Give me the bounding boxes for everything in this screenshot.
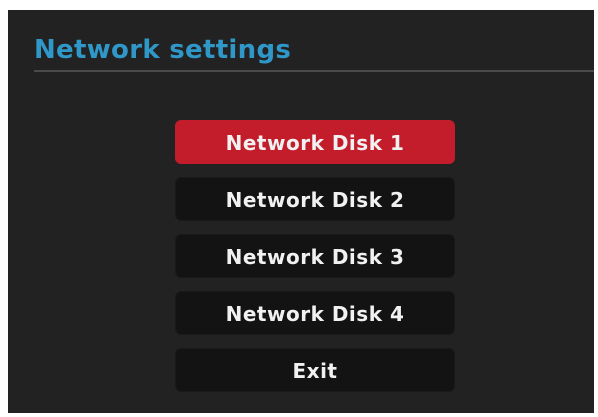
page-title: Network settings bbox=[34, 35, 292, 65]
network-settings-screen: Network settings Network Disk 1 Network … bbox=[8, 10, 594, 413]
title-divider bbox=[34, 70, 594, 72]
network-disk-3-button[interactable]: Network Disk 3 bbox=[175, 234, 455, 278]
network-disk-1-button[interactable]: Network Disk 1 bbox=[175, 120, 455, 164]
network-disk-2-button[interactable]: Network Disk 2 bbox=[175, 177, 455, 221]
network-disk-4-button[interactable]: Network Disk 4 bbox=[175, 291, 455, 335]
exit-button[interactable]: Exit bbox=[175, 348, 455, 392]
